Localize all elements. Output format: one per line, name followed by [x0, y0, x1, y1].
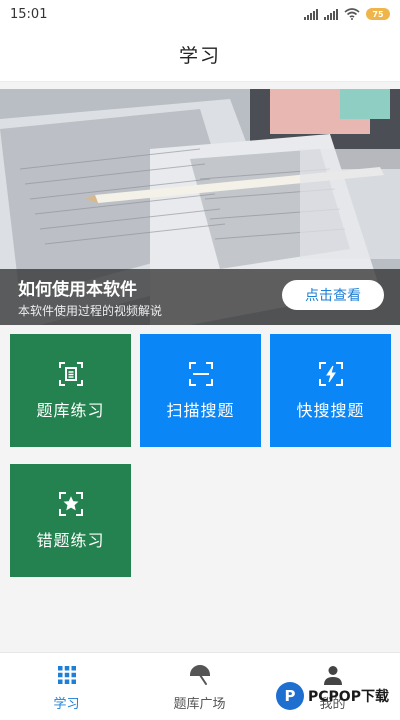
star-scan-icon [58, 491, 83, 516]
view-button[interactable]: 点击查看 [282, 280, 384, 310]
signal-icon [304, 8, 318, 20]
tile-quick-search[interactable]: 快搜搜题 [270, 334, 391, 447]
tile-label: 错题练习 [36, 530, 105, 550]
tile-label: 题库练习 [36, 400, 105, 420]
tab-question-bank-square[interactable]: 题库广场 [133, 653, 266, 720]
tile-label: 快搜搜题 [296, 400, 365, 420]
watermark-logo: P [276, 682, 304, 710]
signal-icon-2 [324, 8, 338, 20]
banner-title: 如何使用本软件 [18, 280, 137, 300]
watermark: P PCPOP下载 [276, 682, 389, 710]
tab-study[interactable]: 学习 [0, 653, 133, 720]
tab-label: 学习 [53, 696, 80, 712]
tile-scan-search[interactable]: 扫描搜题 [140, 334, 261, 447]
battery-icon: 75 [366, 8, 390, 20]
header: 学习 [0, 28, 400, 82]
banner-subtitle: 本软件使用过程的视频解说 [18, 304, 163, 318]
watermark-text: PCPOP下载 [308, 689, 389, 705]
document-scan-icon [58, 361, 83, 386]
status-bar: 15:01 75 [0, 0, 400, 28]
status-icons: 75 [304, 8, 390, 20]
grid-icon [57, 665, 76, 684]
tutorial-banner[interactable]: 如何使用本软件 本软件使用过程的视频解说 点击查看 [0, 89, 400, 325]
flash-scan-icon [318, 361, 343, 386]
page-title: 学习 [178, 45, 221, 67]
tile-wrong-question-practice[interactable]: 错题练习 [10, 464, 131, 577]
scan-frame-icon [188, 361, 213, 386]
wifi-icon [344, 8, 360, 20]
status-time: 15:01 [10, 6, 48, 22]
tile-question-bank-practice[interactable]: 题库练习 [10, 334, 131, 447]
tile-label: 扫描搜题 [166, 400, 235, 420]
tab-label: 题库广场 [173, 696, 226, 712]
umbrella-icon [189, 664, 210, 685]
